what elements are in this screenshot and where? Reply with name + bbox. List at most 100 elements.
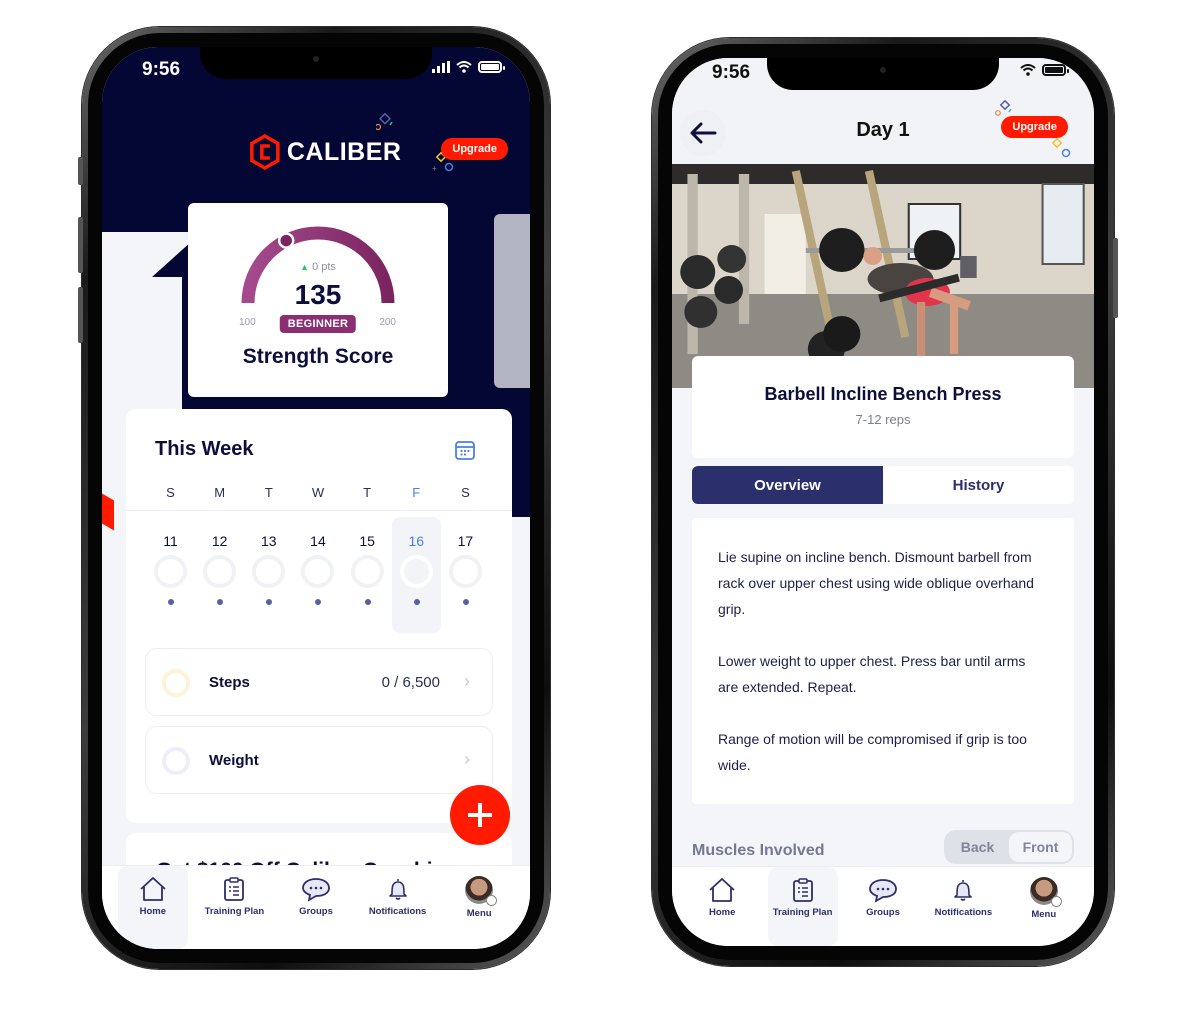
exercise-name: Barbell Incline Bench Press — [764, 384, 1002, 404]
tab-training-plan[interactable]: Training Plan — [767, 867, 838, 946]
calendar-icon[interactable] — [454, 439, 476, 461]
day-dot — [413, 599, 420, 605]
upgrade-button[interactable]: Upgrade — [1001, 116, 1068, 138]
tab-label: Menu — [466, 908, 492, 919]
this-week-title: This Week — [155, 438, 254, 460]
status-time: 9:56 — [712, 62, 751, 83]
steps-row[interactable]: Steps 0 / 6,500 › — [145, 648, 493, 716]
toggle-back[interactable]: Back — [946, 832, 1009, 862]
tab-training-plan[interactable]: Training Plan — [199, 866, 269, 949]
day-cell[interactable]: 12 — [195, 517, 244, 633]
day-cell-today[interactable]: 16 — [391, 517, 441, 633]
tab-notifications[interactable]: Notifications — [928, 867, 998, 946]
decor-red-stripe — [102, 493, 114, 531]
dow-label: S — [461, 485, 470, 500]
score-title: Strength Score — [242, 345, 394, 368]
day-progress-ring — [154, 555, 187, 588]
steps-value: 0 / 6,500 — [381, 674, 440, 691]
stage: 9:56 CALIBER + Upgrade ▲ 0 pts 135 100 B… — [0, 0, 1200, 1022]
day-progress-ring — [399, 555, 433, 588]
day-dot — [315, 599, 322, 605]
tab-label: Training Plan — [772, 907, 833, 918]
notch — [767, 58, 999, 90]
weight-row[interactable]: Weight › — [145, 726, 493, 794]
svg-text:+: + — [432, 164, 437, 173]
exercise-photo[interactable] — [672, 164, 1094, 388]
weight-label: Weight — [209, 752, 259, 769]
weight-progress-ring — [162, 747, 190, 775]
day-cell[interactable]: 17 — [441, 517, 490, 633]
description-paragraph: Lower weight to upper chest. Press bar u… — [718, 653, 1026, 695]
level-badge: BEGINNER — [279, 315, 357, 333]
tab-label: Home — [708, 907, 736, 918]
dow-label: S — [166, 485, 175, 500]
tab-home[interactable]: Home — [117, 866, 188, 949]
tab-menu[interactable]: Menu — [1009, 867, 1079, 946]
day-progress-ring — [301, 555, 335, 588]
exercise-tabs: Overview History — [692, 466, 1074, 504]
score-change: ▲ 0 pts — [188, 261, 448, 273]
gauge-knob — [277, 232, 295, 249]
notch — [200, 47, 432, 79]
phone-exercise-screen: 9:56 Day 1 Upgrade Barbell Incline Bench… — [652, 38, 1118, 966]
day-number: 11 — [163, 533, 178, 549]
chevron-right-icon: › — [464, 671, 470, 691]
tab-overview[interactable]: Overview — [692, 466, 883, 504]
day-cell[interactable]: 14 — [293, 517, 342, 633]
clipboard-icon — [224, 877, 245, 901]
plus-icon — [468, 803, 492, 827]
decor-shape — [516, 542, 530, 842]
muscle-view-toggle: Back Front — [944, 830, 1074, 864]
status-icons — [1020, 64, 1069, 76]
exercise-screen: 9:56 Day 1 Upgrade Barbell Incline Bench… — [672, 58, 1094, 946]
dow-label-active: F — [412, 485, 421, 500]
strength-score-card[interactable]: ▲ 0 pts 135 100 BEGINNER 200 Strength Sc… — [188, 203, 448, 397]
day-cell[interactable]: 11 — [146, 517, 195, 633]
home-icon — [140, 877, 166, 901]
wifi-icon — [1020, 64, 1036, 76]
score-value: 135 — [294, 279, 342, 310]
next-card-peek[interactable] — [494, 214, 530, 388]
divider — [126, 510, 512, 511]
gym-scene-image — [672, 164, 1094, 388]
exercise-reps: 7-12 reps — [855, 412, 911, 427]
day-dot — [462, 599, 469, 605]
tab-label: Home — [139, 906, 166, 917]
add-button[interactable] — [450, 785, 510, 845]
description-paragraph: Range of motion will be compromised if g… — [718, 731, 1027, 773]
day-progress-ring — [252, 555, 286, 588]
exercise-description: Lie supine on incline bench. Dismount ba… — [692, 518, 1074, 804]
tab-label: Notifications — [934, 907, 993, 918]
day-cell[interactable]: 15 — [343, 517, 392, 633]
home-icon — [709, 878, 735, 902]
exercise-info-card: Barbell Incline Bench Press 7-12 reps — [692, 356, 1074, 458]
day-dot — [168, 599, 174, 605]
tab-menu[interactable]: Menu — [444, 866, 514, 949]
day-number: 14 — [310, 533, 326, 549]
day-number: 13 — [261, 533, 277, 549]
toggle-front[interactable]: Front — [1009, 832, 1072, 862]
day-dot — [266, 599, 273, 605]
power-button — [1113, 238, 1118, 318]
status-icons — [432, 61, 505, 73]
tab-groups[interactable]: Groups — [281, 866, 351, 949]
tab-label: Notifications — [368, 906, 427, 917]
chat-bubble-icon — [869, 879, 897, 903]
tab-label: Groups — [299, 906, 333, 917]
tab-groups[interactable]: Groups — [848, 867, 918, 946]
caliber-logo-icon — [250, 134, 280, 170]
up-arrow-icon: ▲ — [300, 262, 309, 272]
tab-history[interactable]: History — [883, 466, 1074, 504]
upgrade-button[interactable]: Upgrade — [441, 138, 508, 160]
bell-icon — [954, 880, 973, 901]
menu-badge-icon — [1050, 896, 1062, 907]
avatar — [465, 876, 498, 906]
phone-home-screen: 9:56 CALIBER + Upgrade ▲ 0 pts 135 100 B… — [78, 27, 550, 969]
menu-badge-icon — [486, 895, 498, 906]
volume-down-button — [78, 287, 83, 343]
tab-notifications[interactable]: Notifications — [363, 866, 433, 949]
day-cell[interactable]: 13 — [244, 517, 293, 633]
tab-home[interactable]: Home — [687, 867, 757, 946]
avatar — [1029, 877, 1062, 907]
volume-up-button — [78, 217, 83, 273]
